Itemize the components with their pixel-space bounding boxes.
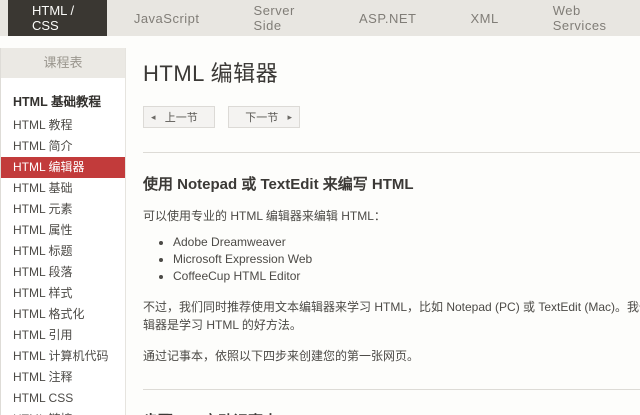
paragraph-line: 辑器是学习 HTML 的好方法。: [143, 316, 640, 334]
prev-button-label: 上一节: [156, 109, 207, 125]
prev-button[interactable]: ◂ 上一节: [143, 106, 215, 128]
sidebar-item[interactable]: HTML 注释: [1, 367, 125, 388]
next-button-label: 下一节: [236, 109, 287, 125]
sidebar-item[interactable]: HTML 引用: [1, 325, 125, 346]
sidebar-item-active[interactable]: HTML 编辑器: [1, 157, 125, 178]
editor-list-item: Microsoft Expression Web: [173, 251, 640, 268]
sidebar-item[interactable]: HTML 基础: [1, 178, 125, 199]
next-button[interactable]: 下一节 ▸: [228, 106, 300, 128]
section1-intro: 可以使用专业的 HTML 编辑器来编辑 HTML：: [143, 207, 640, 225]
sidebar-item[interactable]: HTML 链接: [1, 409, 125, 415]
nav-tab-html-css[interactable]: HTML / CSS: [8, 0, 107, 36]
editor-list-item: Adobe Dreamweaver: [173, 234, 640, 251]
nav-tab-server-side[interactable]: Server Side: [227, 0, 332, 36]
sidebar-item[interactable]: HTML 格式化: [1, 304, 125, 325]
sidebar-item[interactable]: HTML 计算机代码: [1, 346, 125, 367]
section-divider: [143, 152, 640, 153]
sidebar-item[interactable]: HTML CSS: [1, 388, 125, 409]
main-content: HTML 编辑器 ◂ 上一节 下一节 ▸ 使用 Notepad 或 TextEd…: [143, 36, 640, 415]
sidebar-section-title: HTML 基础教程: [1, 78, 125, 115]
top-nav: HTML / CSS JavaScript Server Side ASP.NE…: [0, 0, 640, 36]
sidebar-item[interactable]: HTML 元素: [1, 199, 125, 220]
section-divider: [143, 389, 640, 390]
section1-recommend: 不过，我们同时推荐使用文本编辑器来学习 HTML，比如 Notepad (PC)…: [143, 298, 640, 334]
nav-tab-aspnet[interactable]: ASP.NET: [332, 0, 443, 36]
editor-list-item: CoffeeCup HTML Editor: [173, 268, 640, 285]
page-body: 课程表 HTML 基础教程 HTML 教程 HTML 简介 HTML 编辑器 H…: [0, 36, 640, 415]
paragraph-line: 不过，我们同时推荐使用文本编辑器来学习 HTML，比如 Notepad (PC)…: [143, 298, 640, 316]
sidebar-item[interactable]: HTML 段落: [1, 262, 125, 283]
sidebar-item[interactable]: HTML 标题: [1, 241, 125, 262]
pager: ◂ 上一节 下一节 ▸: [143, 106, 640, 128]
section1-heading: 使用 Notepad 或 TextEdit 来编写 HTML: [143, 173, 640, 194]
nav-tab-javascript[interactable]: JavaScript: [107, 0, 227, 36]
sidebar-header: 课程表: [1, 48, 125, 78]
nav-tab-web-services[interactable]: Web Services: [526, 0, 640, 36]
page-title: HTML 编辑器: [143, 56, 640, 88]
arrow-right-icon: ▸: [287, 112, 292, 123]
sidebar-item[interactable]: HTML 简介: [1, 136, 125, 157]
editor-list: Adobe Dreamweaver Microsoft Expression W…: [143, 234, 640, 285]
nav-tab-xml[interactable]: XML: [443, 0, 525, 36]
section2-heading: 步骤一：启动记事本: [143, 410, 640, 415]
sidebar-item[interactable]: HTML 教程: [1, 115, 125, 136]
sidebar: 课程表 HTML 基础教程 HTML 教程 HTML 简介 HTML 编辑器 H…: [0, 48, 126, 415]
sidebar-item[interactable]: HTML 样式: [1, 283, 125, 304]
sidebar-item[interactable]: HTML 属性: [1, 220, 125, 241]
section1-closing: 通过记事本，依照以下四步来创建您的第一张网页。: [143, 347, 640, 365]
